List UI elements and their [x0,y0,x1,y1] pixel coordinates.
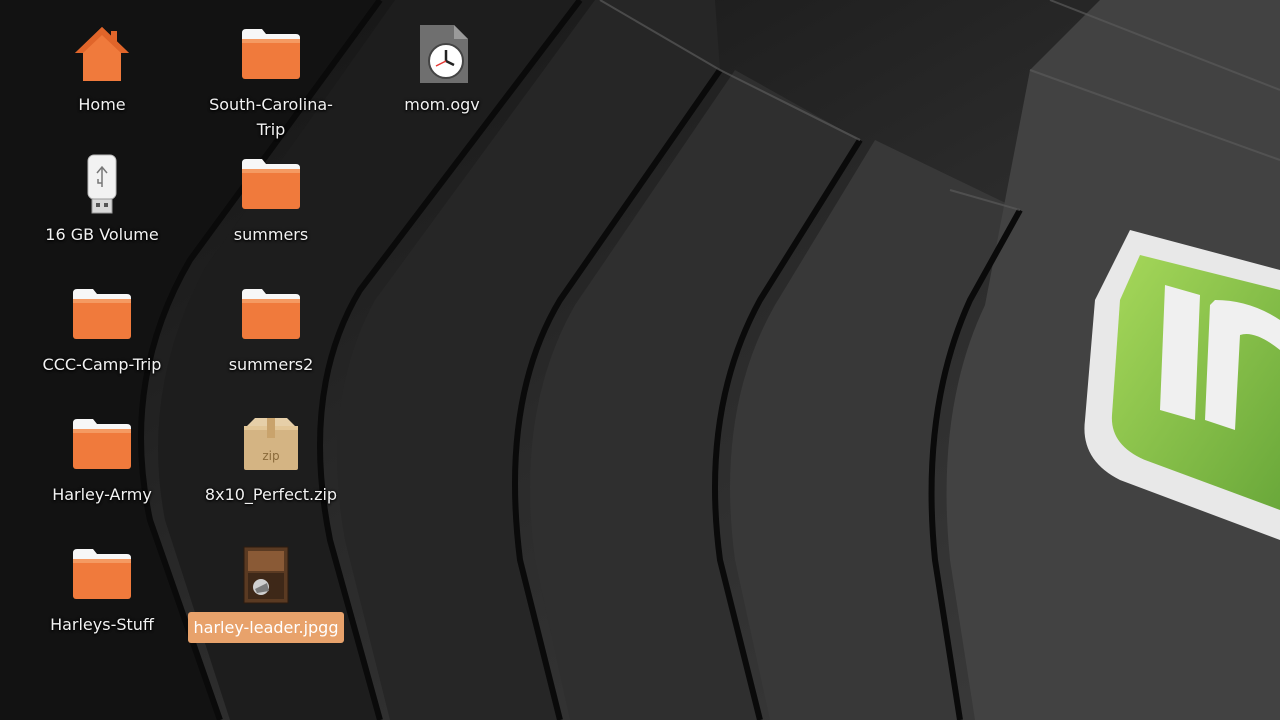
icon-label: Harleys-Stuff [50,615,154,634]
desktop-icon-home[interactable]: Home [17,22,187,117]
desktop-icon-summers[interactable]: summers [186,152,356,247]
video-file-icon [410,22,474,86]
icon-label: South-Carolina- Trip [209,95,333,139]
icon-label: CCC-Camp-Trip [42,355,162,374]
icon-label: Harley-Army [52,485,152,504]
folder-icon [239,22,303,86]
icon-label: summers2 [228,355,314,374]
desktop-icon-16gb-volume[interactable]: 16 GB Volume [17,152,187,247]
desktop-icon-harleys-stuff[interactable]: Harleys-Stuff [17,542,187,637]
zip-badge: zip [262,449,279,463]
icon-label: summers [233,225,309,244]
home-icon [70,22,134,86]
desktop-icon-8x10-perfect-zip[interactable]: zip 8x10_Perfect.zip [186,412,356,507]
folder-icon [239,152,303,216]
desktop-icon-harley-leader-jpg[interactable]: harley-leader.jpgg [181,542,351,643]
icon-label: 16 GB Volume [45,225,159,244]
desktop-icon-harley-army[interactable]: Harley-Army [17,412,187,507]
icon-label: mom.ogv [404,95,480,114]
folder-icon [239,282,303,346]
image-file-icon [234,542,298,606]
icon-label: Home [78,95,126,114]
folder-icon [70,282,134,346]
icon-label: 8x10_Perfect.zip [204,485,338,504]
usb-drive-icon [70,152,134,216]
zip-archive-icon: zip [239,412,303,476]
desktop-icon-south-carolina-trip[interactable]: South-Carolina- Trip [186,22,356,142]
desktop-icon-mom-ogv[interactable]: mom.ogv [357,22,527,117]
folder-icon [70,412,134,476]
icon-label: harley-leader.jpgg [187,612,345,643]
folder-icon [70,542,134,606]
desktop-icon-summers2[interactable]: summers2 [186,282,356,377]
desktop-icon-ccc-camp-trip[interactable]: CCC-Camp-Trip [17,282,187,377]
